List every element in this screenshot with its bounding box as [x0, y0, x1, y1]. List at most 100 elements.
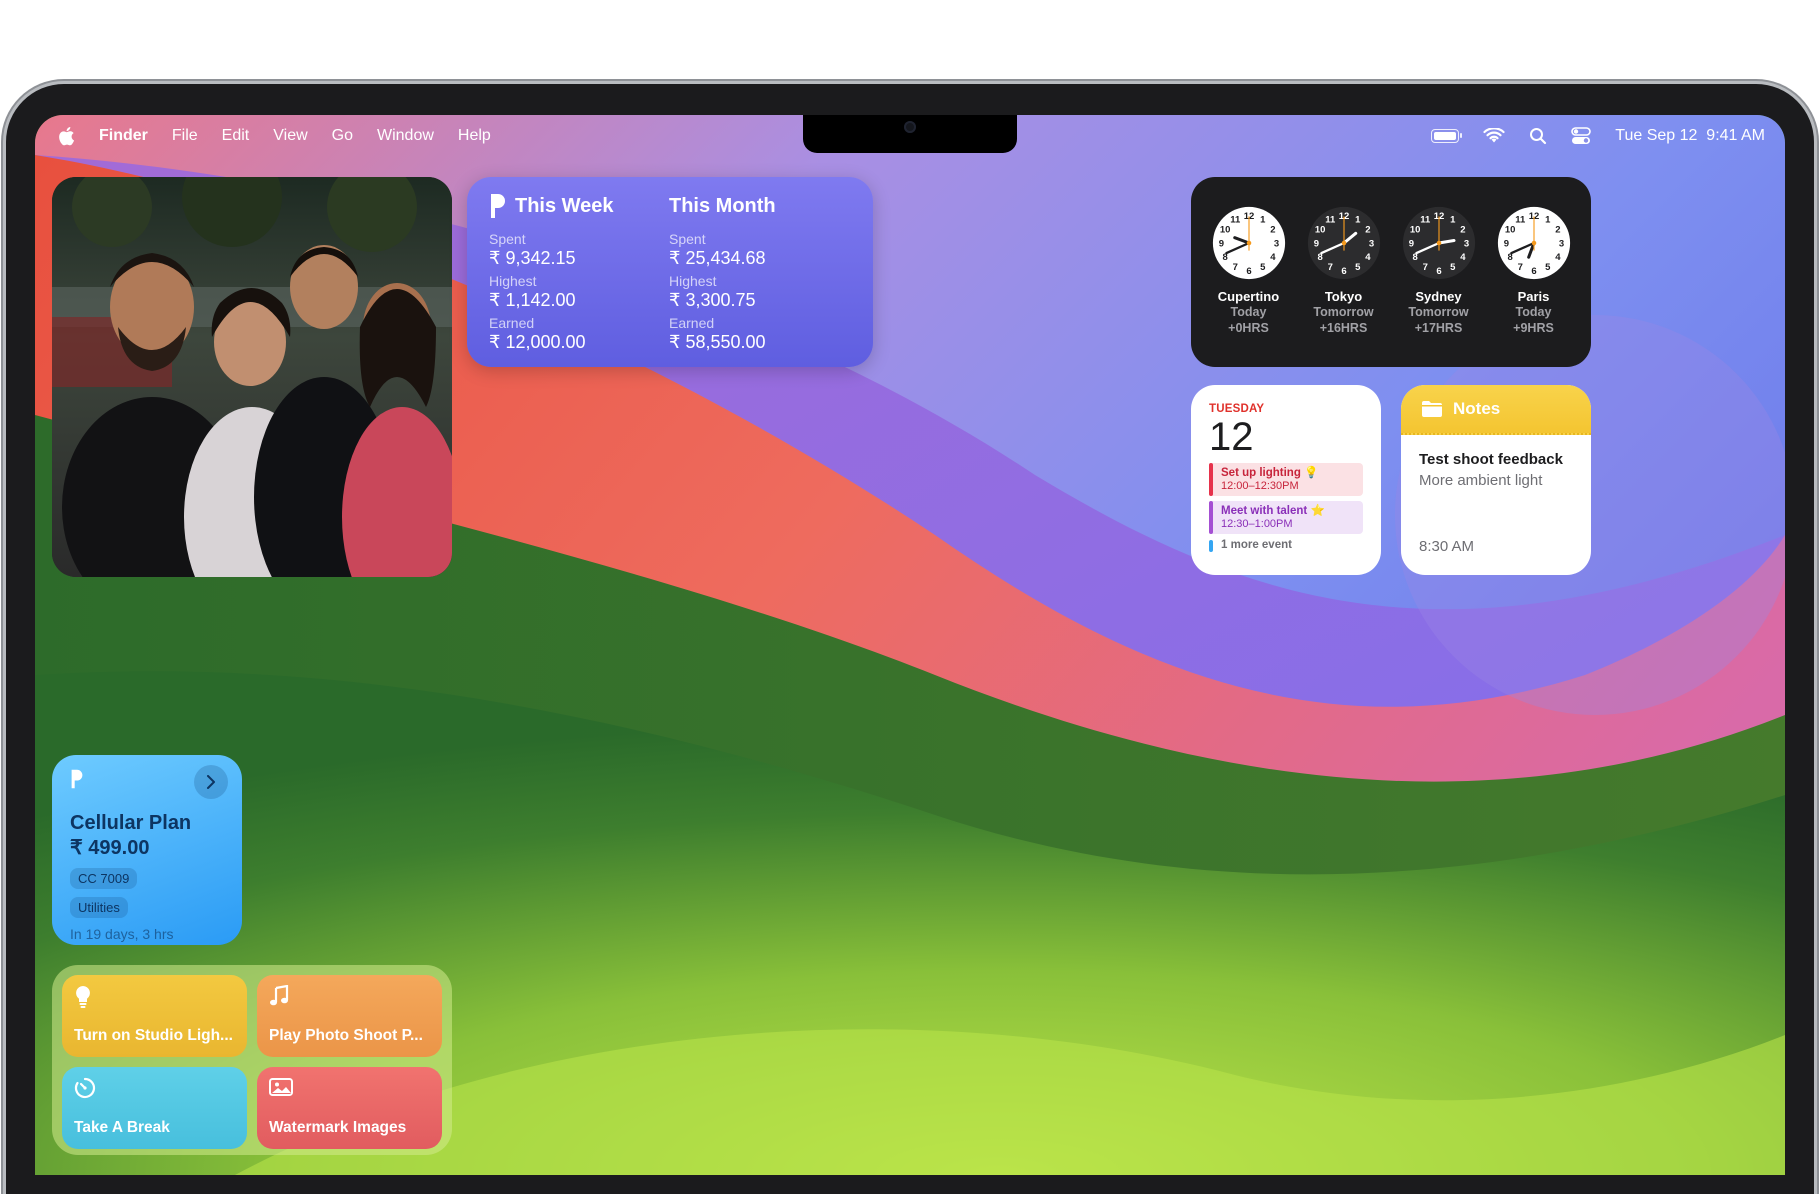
event-time: 12:00–12:30PM [1221, 480, 1299, 492]
clock-numeral: 1 [1260, 214, 1266, 225]
menu-app-finder[interactable]: Finder [99, 127, 148, 145]
shortcut-take-a-break[interactable]: Take A Break [62, 1067, 247, 1149]
clock-numeral: 5 [1450, 262, 1456, 273]
clock-numeral: 7 [1327, 262, 1332, 273]
clock-numeral: 5 [1355, 262, 1361, 273]
finance-week-highest: ₹ 1,142.00 [489, 290, 576, 310]
clock-numeral: 6 [1436, 266, 1441, 277]
apple-icon[interactable] [57, 126, 75, 146]
clock-day: Today [1515, 305, 1552, 319]
desktop-screen: Finder File Edit View Go Window Help Tue… [35, 115, 1785, 1175]
clock-pivot [1341, 240, 1346, 246]
clock-numeral: 3 [1463, 238, 1468, 249]
world-clock-widget[interactable]: 1 2 3 4 5 6 7 8 9 10 11 12 Cupertino Today +0HRS 12… [1191, 177, 1591, 367]
clock-numeral: 2 [1365, 225, 1370, 236]
note-title: Test shoot feedback [1419, 451, 1563, 468]
clock-numeral: 1 [1355, 214, 1361, 225]
event-title: Meet with talent ⭐ [1221, 505, 1325, 517]
menu-edit[interactable]: Edit [222, 127, 250, 145]
menu-go[interactable]: Go [332, 127, 353, 145]
shortcut-label: Watermark Images [269, 1119, 407, 1136]
calendar-more-events[interactable]: 1 more event [1209, 539, 1363, 552]
finance-week-heading: This Week [515, 194, 614, 217]
clock-day: Tomorrow [1313, 305, 1374, 319]
clock-numeral: 4 [1365, 252, 1371, 263]
finance-week-earned-label: Earned [489, 315, 535, 331]
clock-numeral: 4 [1555, 252, 1561, 263]
clock-numeral: 1 [1450, 214, 1456, 225]
clock-city: Cupertino [1217, 289, 1280, 304]
cellular-tag-card: CC 7009 [70, 868, 138, 889]
control-center-icon[interactable] [1571, 127, 1592, 145]
cellular-due: In 19 days, 3 hrs [70, 926, 174, 942]
clock-numeral: 10 [1504, 225, 1515, 236]
calendar-event[interactable]: Set up lighting 💡 12:00–12:30PM [1209, 463, 1363, 496]
clock-numeral: 9 [1408, 238, 1413, 249]
notes-header: Notes [1401, 385, 1591, 435]
timer-icon [74, 1077, 96, 1099]
clock-numeral: 2 [1555, 225, 1560, 236]
clock-paris: 1 2 3 4 5 6 7 8 9 10 11 12 Paris Today +9HRS [1488, 205, 1580, 367]
clock-numeral: 6 [1341, 266, 1346, 277]
chevron-right-icon[interactable] [194, 765, 228, 799]
cellular-tag-category: Utilities [70, 897, 128, 918]
clock-numeral: 2 [1460, 225, 1465, 236]
calendar-widget[interactable]: TUESDAY 12 Set up lighting 💡 12:00–12:30… [1191, 385, 1381, 575]
clock-numeral: 5 [1545, 262, 1551, 273]
clock-tokyo: 1 2 3 4 5 6 7 8 9 10 11 12 Tokyo Tomorrow +16HRS [1298, 205, 1390, 367]
clock-offset: +9HRS [1513, 321, 1554, 335]
menu-window[interactable]: Window [377, 127, 434, 145]
search-icon[interactable] [1529, 127, 1547, 145]
finance-week: This Week Spent ₹ 9,342.15 Highest ₹ 1,1… [489, 191, 669, 353]
menu-help[interactable]: Help [458, 127, 491, 145]
cellular-plan-widget[interactable]: Cellular Plan ₹ 499.00 CC 7009 Utilities… [52, 755, 242, 945]
clock-numeral: 4 [1460, 252, 1466, 263]
clock-offset: +17HRS [1414, 321, 1463, 335]
finance-month-highest: ₹ 3,300.75 [669, 290, 756, 310]
clock-numeral: 10 [1219, 225, 1230, 236]
finance-week-spent-label: Spent [489, 231, 526, 247]
menu-view[interactable]: View [273, 127, 307, 145]
notes-widget[interactable]: Notes Test shoot feedback More ambient l… [1401, 385, 1591, 575]
shortcut-studio-lights[interactable]: Turn on Studio Ligh... [62, 975, 247, 1057]
photo-widget[interactable] [52, 177, 452, 577]
clock-numeral: 6 [1246, 266, 1251, 277]
note-time: 8:30 AM [1419, 538, 1475, 555]
wifi-icon[interactable] [1483, 128, 1505, 144]
clock-city: Sydney [1415, 289, 1462, 304]
event-time: 12:30–1:00PM [1221, 518, 1293, 530]
clock-numeral: 1 [1545, 214, 1551, 225]
menu-bar: Finder File Edit View Go Window Help Tue… [35, 115, 1785, 157]
battery-icon[interactable] [1431, 129, 1463, 143]
finance-month-highest-label: Highest [669, 273, 717, 289]
clock-numeral: 6 [1531, 266, 1536, 277]
finance-month-earned: ₹ 58,550.00 [669, 332, 766, 352]
finance-month-heading: This Month [669, 194, 776, 217]
cellular-amount: ₹ 499.00 [70, 837, 150, 859]
finance-widget[interactable]: This Week Spent ₹ 9,342.15 Highest ₹ 1,1… [467, 177, 873, 367]
clock-numeral: 11 [1230, 214, 1241, 225]
menu-datetime[interactable]: Tue Sep 12 9:41 AM [1615, 127, 1765, 145]
clock-numeral: 9 [1503, 238, 1508, 249]
clock-numeral: 7 [1422, 262, 1427, 273]
calendar-weekday: TUESDAY [1209, 403, 1265, 415]
music-note-icon [270, 984, 289, 1006]
menu-file[interactable]: File [172, 127, 198, 145]
cellular-title: Cellular Plan [70, 812, 192, 834]
clock-day: Tomorrow [1408, 305, 1469, 319]
clock-numeral: 5 [1260, 262, 1266, 273]
shortcut-watermark-images[interactable]: Watermark Images [257, 1067, 442, 1149]
notes-header-label: Notes [1453, 399, 1501, 418]
clock-numeral: 7 [1232, 262, 1237, 273]
clock-numeral: 4 [1270, 252, 1276, 263]
shortcut-label: Play Photo Shoot P... [269, 1027, 423, 1044]
clock-numeral: 7 [1517, 262, 1522, 273]
clock-numeral: 9 [1218, 238, 1223, 249]
app-logo-icon [491, 194, 505, 218]
app-logo-icon [71, 769, 83, 789]
clock-numeral: 3 [1273, 238, 1278, 249]
calendar-event[interactable]: Meet with talent ⭐ 12:30–1:00PM [1209, 501, 1363, 534]
clock-numeral: 2 [1270, 225, 1275, 236]
shortcut-photo-playlist[interactable]: Play Photo Shoot P... [257, 975, 442, 1057]
finance-month-earned-label: Earned [669, 315, 715, 331]
